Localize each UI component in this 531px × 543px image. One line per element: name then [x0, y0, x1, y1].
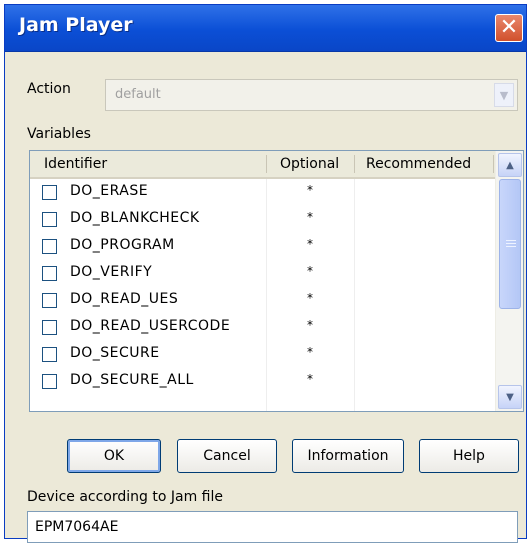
device-label: Device according to Jam file — [27, 489, 223, 505]
list-header: Identifier Optional Recommended — [30, 151, 495, 179]
help-button[interactable]: Help — [419, 439, 519, 473]
grip-line — [506, 246, 516, 247]
window-title: Jam Player — [19, 14, 133, 36]
ok-button[interactable]: OK — [67, 439, 161, 473]
variable-identifier: DO_ERASE — [70, 183, 149, 199]
variable-optional-marker: * — [307, 237, 313, 251]
jam-player-dialog: Jam Player ✕ Action default ▼ Variables … — [4, 4, 527, 543]
action-label: Action — [27, 81, 71, 97]
variable-row[interactable]: DO_ERASE * — [30, 179, 495, 206]
variables-list[interactable]: Identifier Optional Recommended DO_ERASE… — [29, 150, 524, 412]
variable-optional-marker: * — [307, 291, 313, 305]
chevron-down-icon: ▼ — [506, 391, 514, 403]
close-button[interactable]: ✕ — [495, 14, 523, 42]
column-divider[interactable] — [266, 155, 267, 173]
information-button-label: Information — [307, 448, 389, 464]
variable-checkbox[interactable] — [42, 185, 57, 200]
variable-checkbox[interactable] — [42, 239, 57, 254]
cancel-button-label: Cancel — [203, 448, 251, 464]
variable-identifier: DO_READ_UES — [70, 291, 179, 307]
column-divider[interactable] — [354, 155, 355, 173]
variable-row[interactable]: DO_BLANKCHECK * — [30, 206, 495, 233]
variable-row[interactable]: DO_SECURE * — [30, 341, 495, 368]
variable-checkbox[interactable] — [42, 212, 57, 227]
variable-row[interactable]: DO_PROGRAM * — [30, 233, 495, 260]
close-icon: ✕ — [499, 15, 519, 40]
variable-optional-marker: * — [307, 210, 313, 224]
variable-row[interactable]: DO_READ_UES * — [30, 287, 495, 314]
column-header-optional[interactable]: Optional — [280, 151, 339, 177]
variable-checkbox[interactable] — [42, 320, 57, 335]
device-value: EPM7064AE — [35, 519, 119, 535]
variable-checkbox[interactable] — [42, 266, 57, 281]
column-divider[interactable] — [493, 155, 494, 173]
scrollbar-thumb[interactable] — [499, 179, 521, 309]
cancel-button[interactable]: Cancel — [177, 439, 277, 473]
variable-optional-marker: * — [307, 264, 313, 278]
variable-checkbox[interactable] — [42, 347, 57, 362]
scroll-down-button[interactable]: ▼ — [498, 385, 522, 409]
variable-optional-marker: * — [307, 183, 313, 197]
variable-identifier: DO_SECURE — [70, 345, 160, 361]
chevron-up-icon: ▲ — [506, 159, 514, 171]
title-bar[interactable]: Jam Player ✕ — [5, 5, 526, 52]
column-header-identifier[interactable]: Identifier — [44, 151, 107, 177]
variable-identifier: DO_VERIFY — [70, 264, 153, 280]
variable-row[interactable]: DO_SECURE_ALL * — [30, 368, 495, 395]
dropdown-arrow-icon[interactable]: ▼ — [494, 83, 514, 107]
variable-checkbox[interactable] — [42, 293, 57, 308]
grip-line — [506, 240, 516, 241]
variable-row[interactable]: DO_READ_USERCODE * — [30, 314, 495, 341]
vertical-scrollbar[interactable]: ▲ ▼ — [495, 151, 523, 411]
variable-optional-marker: * — [307, 345, 313, 359]
variables-label: Variables — [27, 126, 91, 142]
device-field[interactable]: EPM7064AE — [27, 511, 518, 543]
variable-identifier: DO_SECURE_ALL — [70, 372, 194, 388]
action-dropdown[interactable]: default ▼ — [105, 79, 518, 111]
variable-optional-marker: * — [307, 372, 313, 386]
column-header-recommended[interactable]: Recommended — [366, 151, 471, 177]
action-selected-value: default — [115, 87, 161, 102]
variable-optional-marker: * — [307, 318, 313, 332]
scroll-up-button[interactable]: ▲ — [498, 153, 522, 177]
variable-row[interactable]: DO_VERIFY * — [30, 260, 495, 287]
grip-line — [506, 243, 516, 244]
variable-checkbox[interactable] — [42, 374, 57, 389]
variable-identifier: DO_READ_USERCODE — [70, 318, 231, 334]
help-button-label: Help — [453, 448, 485, 464]
variable-identifier: DO_PROGRAM — [70, 237, 175, 253]
information-button[interactable]: Information — [292, 439, 404, 473]
ok-button-label: OK — [103, 448, 125, 464]
variable-identifier: DO_BLANKCHECK — [70, 210, 200, 226]
